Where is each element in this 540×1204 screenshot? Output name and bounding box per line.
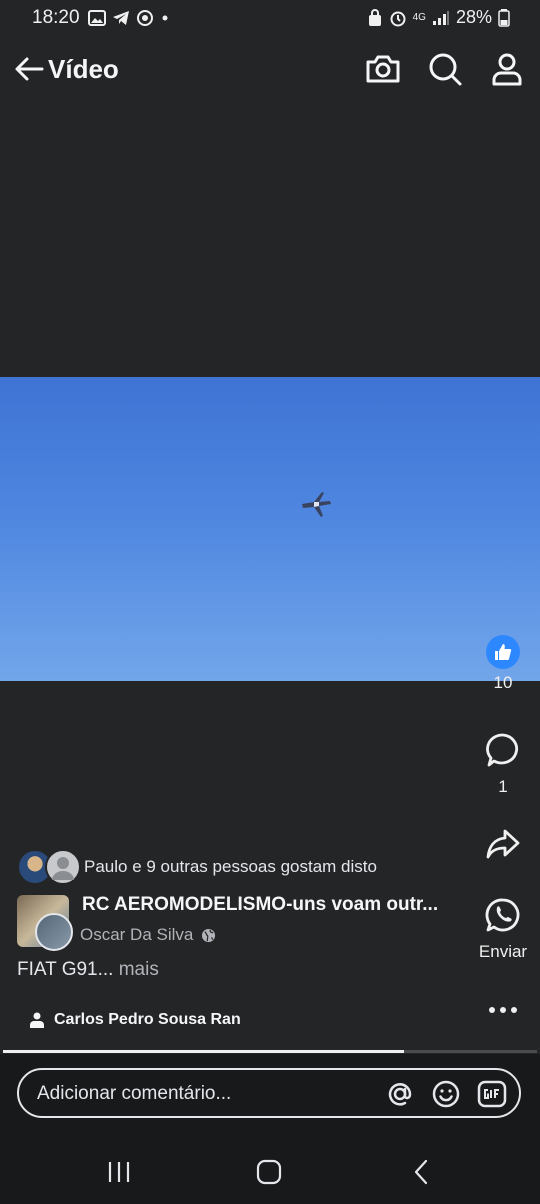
- search-icon[interactable]: [426, 50, 464, 88]
- comment-input[interactable]: Adicionar comentário...: [17, 1068, 521, 1118]
- like-count: 10: [493, 673, 513, 692]
- avatar: [45, 849, 81, 885]
- signal-icon: [432, 10, 449, 25]
- video-player[interactable]: [0, 377, 540, 681]
- back-arrow-icon[interactable]: [12, 52, 46, 86]
- like-action[interactable]: 10: [473, 635, 533, 693]
- status-system-icons: 4G 28%: [367, 7, 510, 28]
- mention-icon[interactable]: [385, 1079, 415, 1109]
- alarm-icon: [390, 11, 406, 26]
- share-action[interactable]: [473, 826, 533, 867]
- share-icon[interactable]: [485, 826, 521, 862]
- comment-bar: Adicionar comentário...: [0, 1054, 540, 1140]
- comment-placeholder: Adicionar comentário...: [37, 1083, 232, 1104]
- video-progress-fill: [3, 1050, 404, 1053]
- system-nav-bar: [0, 1140, 540, 1204]
- group-name[interactable]: RC AEROMODELISMO-uns voam outr...: [82, 894, 452, 916]
- sync-icon: [137, 10, 153, 26]
- more-notifications-icon: [162, 15, 168, 21]
- author-line: Oscar Da Silva: [80, 925, 216, 945]
- comment-count: 1: [498, 777, 508, 796]
- whatsapp-label: Enviar: [478, 942, 528, 961]
- person-icon: [30, 1012, 44, 1028]
- recent-apps-icon[interactable]: [104, 1158, 134, 1186]
- page-title: Vídeo: [48, 54, 119, 84]
- comment-action[interactable]: 1: [473, 732, 533, 797]
- caption-more-link[interactable]: mais: [119, 959, 159, 980]
- network-type: 4G: [412, 11, 426, 23]
- whatsapp-send-action[interactable]: Enviar: [473, 897, 533, 962]
- top-bar: Vídeo: [0, 40, 540, 100]
- gallery-icon: [88, 10, 106, 26]
- credit-tag[interactable]: Carlos Pedro Sousa Ran: [30, 1011, 252, 1029]
- battery-icon: [498, 8, 510, 27]
- more-options-icon[interactable]: [488, 1000, 518, 1020]
- comment-icon[interactable]: [485, 732, 521, 768]
- group-avatar[interactable]: [17, 895, 73, 951]
- post-caption[interactable]: FIAT G91... mais: [17, 959, 159, 981]
- nav-back-icon[interactable]: [406, 1158, 436, 1186]
- likes-summary[interactable]: Paulo e 9 outras pessoas gostam disto: [84, 857, 377, 877]
- airplane-in-sky: [302, 492, 331, 517]
- caption-text: FIAT G91...: [17, 959, 114, 980]
- author-avatar[interactable]: [35, 913, 73, 951]
- battery-percent: 28%: [455, 7, 492, 27]
- credit-name: Carlos Pedro Sousa Ran: [54, 1011, 241, 1028]
- profile-icon[interactable]: [488, 50, 526, 88]
- globe-icon: [202, 928, 216, 942]
- status-time: 18:20: [32, 7, 80, 28]
- status-bar: 18:20 4G 28%: [0, 0, 540, 36]
- lock-notification-icon: [368, 8, 381, 26]
- whatsapp-icon[interactable]: [485, 897, 521, 933]
- video-progress-bar[interactable]: [3, 1050, 537, 1053]
- author-name[interactable]: Oscar Da Silva: [80, 925, 193, 945]
- reaction-avatars[interactable]: [17, 849, 81, 885]
- emoji-icon[interactable]: [431, 1079, 461, 1109]
- home-icon[interactable]: [254, 1158, 284, 1186]
- gif-icon[interactable]: [477, 1079, 507, 1109]
- status-notification-icons: [88, 9, 170, 27]
- camera-icon[interactable]: [364, 50, 402, 88]
- like-icon[interactable]: [486, 635, 520, 669]
- telegram-icon: [113, 11, 129, 25]
